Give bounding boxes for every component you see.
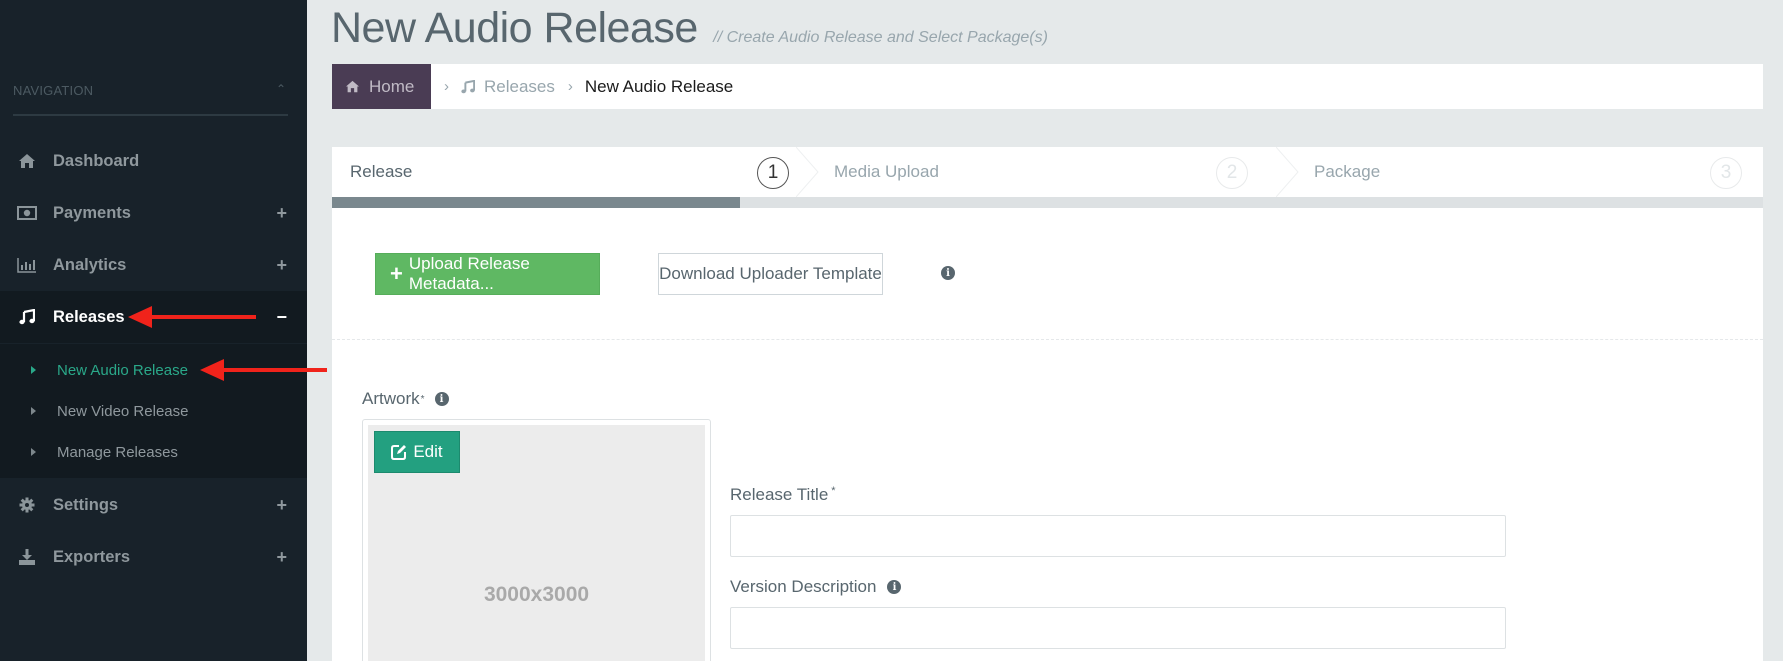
annotation-arrow bbox=[128, 306, 256, 328]
required-marker: * bbox=[420, 393, 425, 405]
wizard-step-release[interactable]: Release 1 bbox=[332, 147, 796, 197]
caret-right-icon bbox=[31, 407, 36, 415]
sidebar-item-label: Settings bbox=[53, 495, 119, 514]
submenu-item-label: Manage Releases bbox=[57, 443, 178, 461]
artwork-placeholder[interactable]: Edit 3000x3000 bbox=[368, 425, 705, 661]
breadcrumb-releases-label: Releases bbox=[484, 76, 555, 96]
expand-icon[interactable]: + bbox=[276, 547, 287, 568]
sidebar-item-analytics[interactable]: Analytics + bbox=[0, 239, 307, 291]
collapse-icon[interactable]: − bbox=[276, 307, 287, 328]
wizard-step-label: Package bbox=[1314, 162, 1381, 181]
artwork-label: Artwork * i bbox=[362, 389, 449, 409]
caret-right-icon bbox=[31, 448, 36, 456]
sidebar-item-exporters[interactable]: Exporters + bbox=[0, 531, 307, 583]
sidebar-item-label: Payments bbox=[53, 203, 131, 222]
home-icon bbox=[15, 153, 39, 169]
home-icon bbox=[345, 80, 360, 93]
annotation-arrow bbox=[200, 359, 327, 381]
page-title: New Audio Release // Create Audio Releas… bbox=[331, 4, 1048, 53]
info-icon[interactable]: i bbox=[887, 580, 902, 594]
info-icon[interactable]: i bbox=[941, 266, 955, 280]
sidebar: NAVIGATION ⌃ Dashboard Payments + Analyt… bbox=[0, 0, 307, 661]
expand-icon[interactable]: + bbox=[276, 203, 287, 224]
wizard-progress-bar bbox=[332, 197, 1763, 208]
release-title-label: Release Title * bbox=[730, 485, 836, 505]
gear-icon bbox=[15, 497, 39, 513]
wizard-step-package[interactable]: Package 3 bbox=[1296, 147, 1763, 197]
music-icon bbox=[461, 79, 475, 94]
sidebar-item-dashboard[interactable]: Dashboard bbox=[0, 135, 307, 187]
release-title-label-text: Release Title bbox=[730, 485, 829, 504]
breadcrumb-separator: › bbox=[567, 78, 573, 95]
upload-release-metadata-button[interactable]: + Upload Release Metadata... bbox=[375, 253, 600, 295]
download-uploader-template-button[interactable]: Download Uploader Template bbox=[658, 253, 883, 295]
expand-icon[interactable]: + bbox=[276, 495, 287, 516]
wizard-step-label: Release bbox=[350, 162, 413, 181]
wizard-step-number: 1 bbox=[757, 157, 789, 189]
page-title-text: New Audio Release bbox=[331, 4, 698, 52]
nav-header-label: NAVIGATION bbox=[13, 83, 94, 98]
breadcrumb-current: New Audio Release bbox=[584, 76, 734, 96]
submenu-item-manage-releases[interactable]: Manage Releases bbox=[0, 432, 307, 472]
breadcrumb-home-label: Home bbox=[369, 76, 415, 96]
submenu-item-new-video-release[interactable]: New Video Release bbox=[0, 391, 307, 431]
submenu-item-label: New Video Release bbox=[57, 402, 189, 420]
page-subtitle: // Create Audio Release and Select Packa… bbox=[713, 29, 1048, 46]
download-icon bbox=[15, 549, 39, 565]
version-description-label-text: Version Description bbox=[730, 577, 877, 596]
upload-button-label: Upload Release Metadata... bbox=[408, 254, 530, 293]
wizard-step-number: 3 bbox=[1710, 157, 1742, 189]
wizard-steps: Release 1 Media Upload 2 Package 3 bbox=[332, 147, 1763, 208]
music-icon bbox=[15, 309, 39, 325]
wizard-progress-fill bbox=[332, 197, 740, 208]
artwork-dimensions: 3000x3000 bbox=[483, 583, 590, 606]
breadcrumb-separator: › bbox=[444, 78, 449, 95]
sidebar-item-settings[interactable]: Settings + bbox=[0, 479, 307, 531]
caret-right-icon bbox=[31, 366, 36, 374]
artwork-uploader: Edit 3000x3000 bbox=[362, 419, 711, 661]
wizard-step-media-upload[interactable]: Media Upload 2 bbox=[816, 147, 1276, 197]
sidebar-item-label: Releases bbox=[53, 307, 125, 326]
nav-header: NAVIGATION ⌃ bbox=[13, 82, 288, 116]
breadcrumb: Home › Releases › New Audio Release bbox=[332, 64, 1763, 109]
breadcrumb-releases[interactable]: Releases bbox=[461, 77, 555, 97]
edit-icon bbox=[391, 444, 407, 460]
edit-artwork-button[interactable]: Edit bbox=[374, 431, 460, 473]
edit-button-label: Edit bbox=[413, 442, 443, 461]
plus-icon: + bbox=[390, 261, 403, 286]
chevron-up-icon[interactable]: ⌃ bbox=[276, 82, 286, 96]
wizard-step-number: 2 bbox=[1216, 157, 1248, 189]
submenu-item-label: New Audio Release bbox=[57, 361, 188, 379]
sidebar-item-label: Analytics bbox=[53, 255, 127, 274]
bar-chart-icon bbox=[15, 257, 39, 273]
sidebar-item-label: Dashboard bbox=[53, 151, 140, 170]
section-divider bbox=[332, 339, 1763, 340]
download-button-label: Download Uploader Template bbox=[659, 264, 882, 283]
sidebar-item-label: Exporters bbox=[53, 547, 131, 566]
version-description-input[interactable] bbox=[730, 607, 1506, 649]
wizard-step-label: Media Upload bbox=[834, 162, 939, 181]
sidebar-item-payments[interactable]: Payments + bbox=[0, 187, 307, 239]
artwork-label-text: Artwork bbox=[362, 389, 420, 408]
release-form-panel: Release 1 Media Upload 2 Package 3 + Upl… bbox=[332, 147, 1763, 661]
version-description-label: Version Description i bbox=[730, 577, 902, 597]
required-marker: * bbox=[831, 485, 836, 497]
expand-icon[interactable]: + bbox=[276, 255, 287, 276]
releases-submenu: New Audio Release New Video Release Mana… bbox=[0, 344, 307, 478]
release-title-input[interactable] bbox=[730, 515, 1506, 557]
money-icon bbox=[15, 206, 39, 220]
info-icon[interactable]: i bbox=[434, 392, 449, 406]
breadcrumb-home[interactable]: Home bbox=[332, 64, 431, 109]
